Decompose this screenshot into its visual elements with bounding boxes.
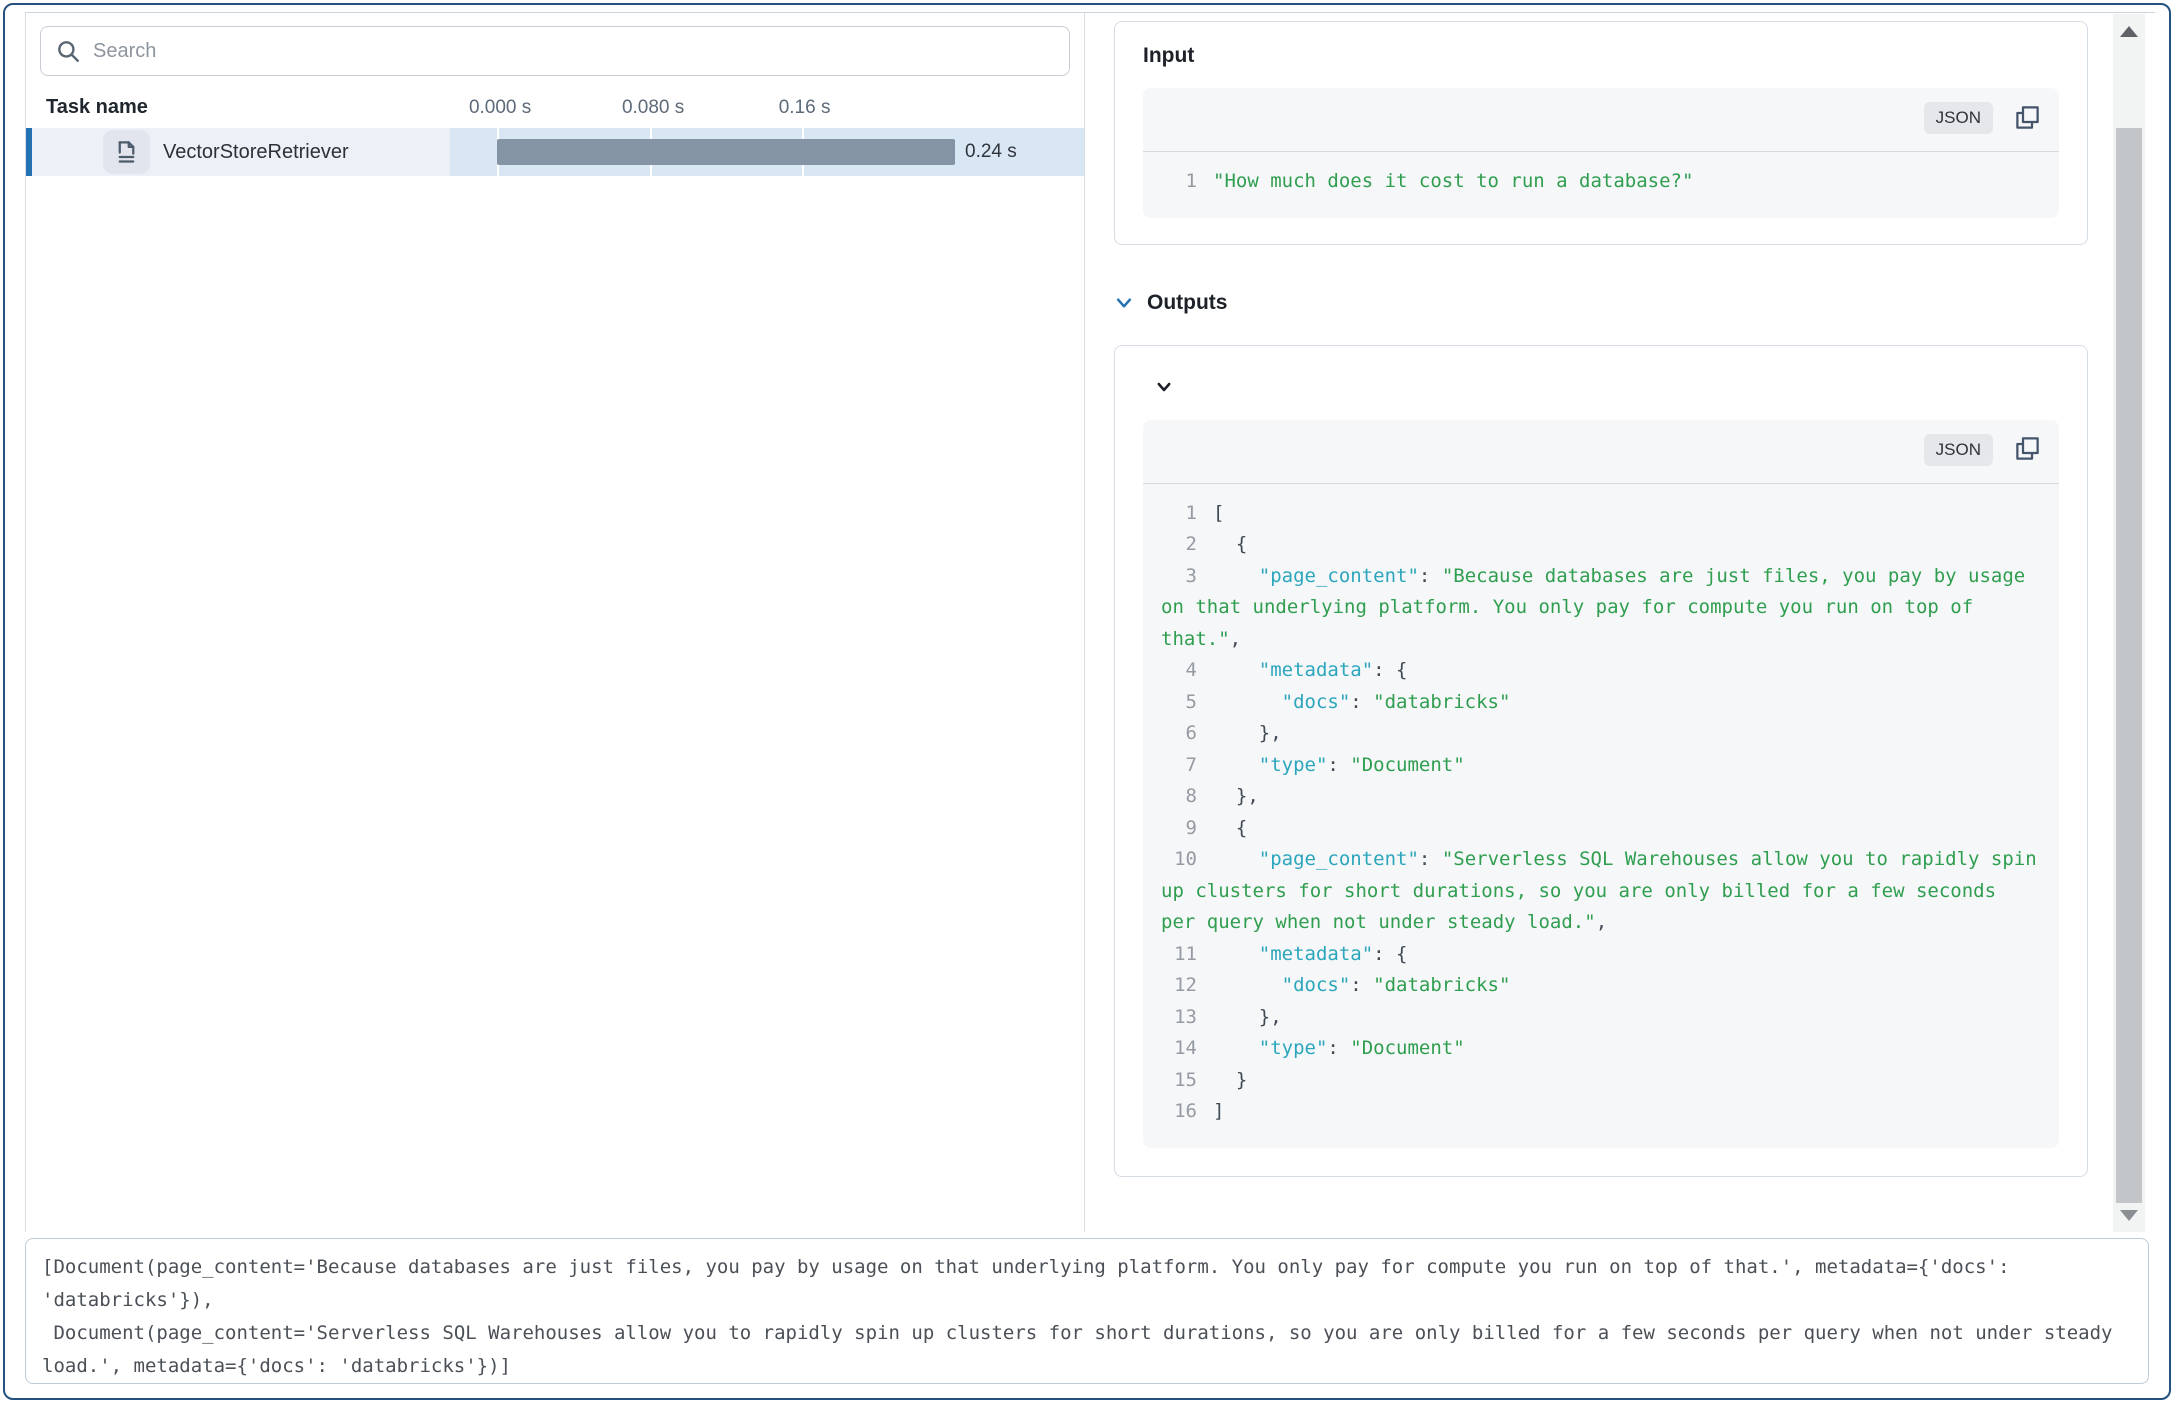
task-row-timeline-cell: 0.24 s: [450, 128, 1084, 176]
document-icon: [113, 139, 140, 166]
chevron-down-icon: [1114, 293, 1134, 313]
json-viewer-toolbar: JSON: [1143, 88, 2059, 152]
code-line: 11 "metadata": {: [1161, 939, 2041, 971]
line-number: 1: [1161, 166, 1197, 198]
line-number: 9: [1161, 813, 1197, 845]
input-section-title: Input: [1143, 44, 2059, 68]
outputs-section-heading: Outputs: [1114, 291, 2155, 315]
span-type-badge: [103, 130, 150, 174]
copy-button[interactable]: [2011, 433, 2043, 465]
copy-icon: [2014, 104, 2041, 131]
task-row-label: VectorStoreRetriever: [163, 141, 349, 164]
code-line: 15 }: [1161, 1065, 2041, 1097]
line-number: 8: [1161, 781, 1197, 813]
json-format-badge[interactable]: JSON: [1924, 102, 1993, 134]
timeline-axis: 0.000 s 0.080 s 0.16 s: [450, 86, 1084, 128]
duration-label: 0.24 s: [965, 141, 1017, 163]
line-number: 10: [1161, 844, 1197, 876]
code-line: 5 "docs": "databricks": [1161, 687, 2041, 719]
task-name-column-header: Task name: [26, 86, 450, 128]
vertical-scrollbar[interactable]: [2113, 14, 2145, 1232]
code-line: 8 },: [1161, 781, 2041, 813]
timeline-tick: 0.16 s: [779, 97, 831, 119]
outputs-section: JSON 1[2 {3 "page_content": "Because dat…: [1114, 345, 2088, 1177]
line-number: 16: [1161, 1096, 1197, 1128]
input-section: Input JSON 1"How much does it cost to ru…: [1114, 21, 2088, 245]
line-number: 14: [1161, 1033, 1197, 1065]
code-line: 16]: [1161, 1096, 2041, 1128]
outputs-json-viewer: JSON 1[2 {3 "page_content": "Because dat…: [1143, 420, 2059, 1148]
selected-row-indicator: [26, 128, 32, 176]
code-line: 7 "type": "Document": [1161, 750, 2041, 782]
timeline-tick: 0.080 s: [622, 97, 684, 119]
duration-bar[interactable]: [497, 139, 955, 165]
search-input[interactable]: [93, 40, 1055, 63]
task-row-vectorstoreretriever[interactable]: VectorStoreRetriever 0.24 s: [26, 128, 1084, 176]
code-line: 2 {: [1161, 529, 2041, 561]
search-box[interactable]: [40, 26, 1070, 76]
app-window: Task name 0.000 s 0.080 s 0.16 s: [3, 3, 2171, 1400]
trace-view: Task name 0.000 s 0.080 s 0.16 s: [25, 12, 2155, 1232]
chevron-down-icon: [1155, 378, 1173, 396]
timeline-tick: 0.000 s: [469, 97, 531, 119]
task-row-name-cell: VectorStoreRetriever: [26, 128, 450, 176]
output-item-collapse-toggle[interactable]: [1155, 378, 1173, 396]
code-line: 14 "type": "Document": [1161, 1033, 2041, 1065]
line-number: 2: [1161, 529, 1197, 561]
line-number: 5: [1161, 687, 1197, 719]
task-tree-pane: Task name 0.000 s 0.080 s 0.16 s: [25, 13, 1085, 1232]
copy-button[interactable]: [2011, 101, 2043, 133]
line-number: 11: [1161, 939, 1197, 971]
line-number: 1: [1161, 498, 1197, 530]
outputs-collapse-toggle[interactable]: [1114, 293, 1134, 313]
search-icon: [55, 38, 81, 64]
code-line: 4 "metadata": {: [1161, 655, 2041, 687]
line-number: 15: [1161, 1065, 1197, 1097]
tree-header: Task name 0.000 s 0.080 s 0.16 s: [26, 86, 1084, 128]
input-json-viewer: JSON 1"How much does it cost to run a da…: [1143, 88, 2059, 218]
json-viewer-toolbar: JSON: [1143, 420, 2059, 484]
outputs-code-block: 1[2 {3 "page_content": "Because database…: [1143, 484, 2059, 1148]
line-number: 3: [1161, 561, 1197, 593]
raw-output-panel: [Document(page_content='Because database…: [25, 1238, 2149, 1384]
code-line: 13 },: [1161, 1002, 2041, 1034]
line-number: 4: [1161, 655, 1197, 687]
line-number: 13: [1161, 1002, 1197, 1034]
code-line: 3 "page_content": "Because databases are…: [1161, 561, 2041, 656]
line-number: 12: [1161, 970, 1197, 1002]
code-line: 6 },: [1161, 718, 2041, 750]
code-line: 12 "docs": "databricks": [1161, 970, 2041, 1002]
span-detail-pane: Input JSON 1"How much does it cost to ru…: [1085, 13, 2155, 1232]
code-line: 10 "page_content": "Serverless SQL Wareh…: [1161, 844, 2041, 939]
outputs-section-title: Outputs: [1147, 291, 1227, 315]
line-number: 6: [1161, 718, 1197, 750]
copy-icon: [2014, 435, 2041, 462]
code-line: 1[: [1161, 498, 2041, 530]
scrollbar-down-arrow[interactable]: [2113, 1200, 2145, 1230]
code-line: 9 {: [1161, 813, 2041, 845]
code-line: 1"How much does it cost to run a databas…: [1161, 166, 2041, 198]
scrollbar-up-arrow[interactable]: [2113, 16, 2145, 46]
line-number: 7: [1161, 750, 1197, 782]
scrollbar-thumb[interactable]: [2116, 128, 2142, 1203]
json-format-badge[interactable]: JSON: [1924, 434, 1993, 466]
search-wrap: [40, 26, 1070, 76]
input-code-block: 1"How much does it cost to run a databas…: [1143, 152, 2059, 218]
